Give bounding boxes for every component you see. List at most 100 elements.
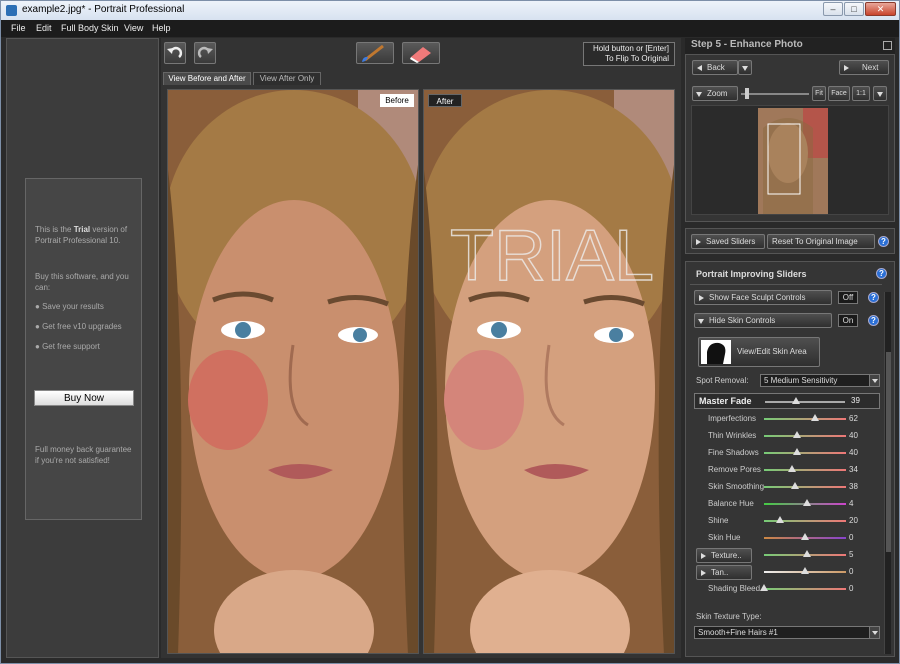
zoom-options-button[interactable]	[873, 86, 887, 101]
back-button[interactable]: Back	[692, 60, 738, 75]
next-button[interactable]: Next	[839, 60, 889, 75]
master-fade-value: 39	[851, 396, 860, 405]
after-portrait-image: TRIAL	[424, 90, 674, 653]
help-icon[interactable]: ?	[868, 315, 879, 326]
slider-label: Imperfections	[708, 414, 757, 423]
minimize-button[interactable]: –	[823, 2, 843, 16]
face-sculpt-label: Show Face Sculpt Controls	[709, 293, 806, 302]
slider-track[interactable]	[764, 486, 846, 488]
close-button[interactable]: ✕	[865, 2, 896, 16]
slider-thumb[interactable]	[787, 465, 796, 472]
zoom-toggle[interactable]: Zoom	[692, 86, 738, 101]
slider-track[interactable]	[764, 588, 846, 590]
slider-value: 20	[849, 516, 858, 525]
slider-row[interactable]: Texture.. 5	[686, 547, 876, 563]
slider-row[interactable]: Skin Hue 0	[686, 530, 876, 546]
slider-thumb[interactable]	[810, 414, 819, 421]
slider-row[interactable]: Remove Pores 34	[686, 462, 876, 478]
buy-now-button[interactable]: Buy Now	[34, 390, 134, 406]
flip-original-button[interactable]: Hold button or [Enter] To Flip To Origin…	[583, 42, 675, 66]
slider-row[interactable]: Skin Smoothing 38	[686, 479, 876, 495]
reset-original-button[interactable]: Reset To Original Image	[767, 234, 875, 249]
menu-file[interactable]: File	[11, 23, 26, 33]
slider-thumb[interactable]	[801, 533, 809, 540]
master-fade-track[interactable]	[765, 401, 845, 403]
skin-controls-state[interactable]: On	[838, 314, 858, 327]
face-sculpt-toggle[interactable]: Show Face Sculpt Controls	[694, 290, 832, 305]
slider-row[interactable]: Tan.. 0	[686, 564, 876, 580]
slider-thumb[interactable]	[776, 516, 785, 523]
detach-icon[interactable]	[883, 41, 892, 50]
slider-row[interactable]: Fine Shadows 40	[686, 445, 876, 461]
eraser-tool-button[interactable]	[402, 42, 440, 64]
help-icon[interactable]: ?	[878, 236, 889, 247]
slider-track[interactable]	[764, 452, 846, 454]
sliders-scrollbar[interactable]	[884, 292, 891, 654]
menu-help[interactable]: Help	[152, 23, 171, 33]
master-fade-row[interactable]: Master Fade 39	[694, 393, 880, 409]
face-sculpt-state[interactable]: Off	[838, 291, 858, 304]
slider-track[interactable]	[764, 469, 846, 471]
brush-tool-button[interactable]	[356, 42, 394, 64]
slider-row[interactable]: Balance Hue 4	[686, 496, 876, 512]
maximize-button[interactable]: □	[844, 2, 864, 16]
skin-area-label: View/Edit Skin Area	[737, 347, 807, 356]
skin-controls-toggle[interactable]: Hide Skin Controls	[694, 313, 832, 328]
slider-expand-button[interactable]: Texture..	[696, 548, 752, 563]
back-dropdown[interactable]	[738, 60, 752, 75]
slider-value: 0	[849, 533, 854, 542]
zoom-1to1-button[interactable]: 1:1	[852, 86, 870, 101]
slider-thumb[interactable]	[792, 431, 801, 438]
slider-thumb[interactable]	[760, 584, 768, 591]
tab-view-before-after[interactable]: View Before and After	[163, 72, 251, 85]
saved-sliders-button[interactable]: Saved Sliders	[691, 234, 765, 249]
trial-text-a: This is the	[35, 225, 74, 234]
redo-icon	[197, 46, 213, 58]
undo-button[interactable]	[164, 42, 186, 64]
slider-thumb[interactable]	[802, 499, 811, 506]
help-icon[interactable]: ?	[876, 268, 887, 279]
slider-track[interactable]	[764, 418, 846, 420]
zoom-label: Zoom	[707, 89, 728, 98]
slider-thumb[interactable]	[801, 567, 809, 574]
after-photo: TRIAL After	[423, 89, 675, 654]
back-arrow-icon	[697, 65, 702, 71]
slider-row[interactable]: Imperfections 62	[686, 411, 876, 427]
master-fade-thumb[interactable]	[792, 397, 800, 404]
spot-removal-select[interactable]: 5 Medium Sensitivity	[760, 374, 880, 387]
slider-row[interactable]: Thin Wrinkles 40	[686, 428, 876, 444]
menu-edit[interactable]: Edit	[36, 23, 52, 33]
slider-value: 62	[849, 414, 858, 423]
slider-track[interactable]	[764, 435, 846, 437]
skin-texture-type-select[interactable]: Smooth+Fine Hairs #1	[694, 626, 880, 639]
slider-thumb[interactable]	[791, 482, 800, 489]
trial-text-bold: Trial	[73, 225, 91, 234]
zoom-slider-thumb[interactable]	[745, 88, 749, 99]
slider-row[interactable]: Shading Bleed 0	[686, 581, 876, 597]
spot-removal-label: Spot Removal:	[696, 376, 749, 385]
slider-row[interactable]: Shine 20	[686, 513, 876, 529]
zoom-face-button[interactable]: Face	[828, 86, 850, 101]
slider-expand-button[interactable]: Tan..	[696, 565, 752, 580]
slider-value: 38	[849, 482, 858, 491]
slider-value: 34	[849, 465, 858, 474]
tab-view-after-only[interactable]: View After Only	[253, 72, 321, 85]
sliders-panel: Portrait Improving Sliders ? Show Face S…	[685, 261, 895, 657]
help-icon[interactable]: ?	[868, 292, 879, 303]
redo-button[interactable]	[194, 42, 216, 64]
scrollbar-thumb[interactable]	[886, 352, 891, 552]
chevron-down-icon	[869, 375, 879, 386]
spot-removal-value: 5 Medium Sensitivity	[764, 376, 838, 385]
flip-note-line2: To Flip To Original	[605, 54, 669, 63]
thumbnail-image[interactable]	[758, 108, 828, 214]
trial-info-panel: This is the Trial version of Portrait Pr…	[25, 178, 142, 520]
slider-thumb[interactable]	[803, 550, 812, 557]
view-edit-skin-area-button[interactable]: View/Edit Skin Area	[698, 337, 820, 367]
zoom-slider[interactable]	[741, 88, 809, 99]
menu-full-body-skin[interactable]: Full Body Skin	[61, 23, 119, 33]
zoom-fit-button[interactable]: Fit	[812, 86, 826, 101]
menu-view[interactable]: View	[124, 23, 143, 33]
slider-label: Fine Shadows	[708, 448, 759, 457]
slider-thumb[interactable]	[792, 448, 801, 455]
benefit-item: ● Save your results	[35, 302, 104, 311]
